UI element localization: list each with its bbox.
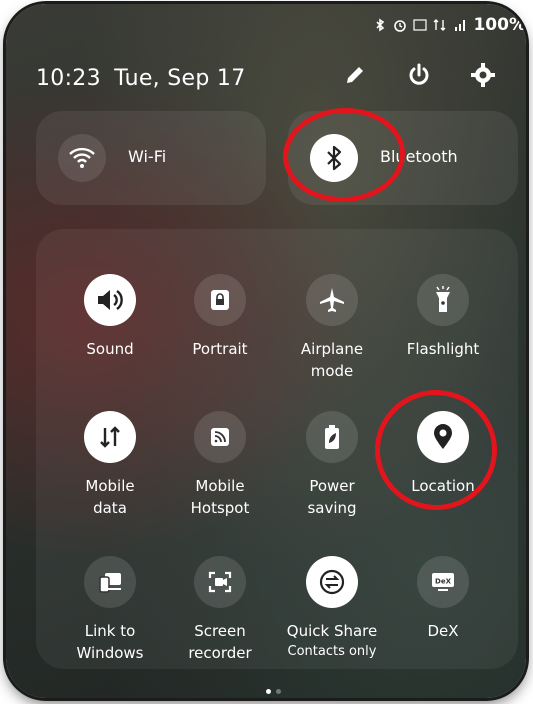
tile-screen-recorder[interactable]: Screen recorder [164, 556, 276, 664]
page-dot[interactable] [266, 689, 271, 694]
battery-leaf-icon [306, 411, 358, 463]
tile-flashlight[interactable]: Flashlight [387, 274, 499, 360]
wifi-label: Wi-Fi [128, 147, 167, 166]
link-windows-icon [84, 556, 136, 608]
tile-label: Portrait [192, 340, 248, 358]
tile-label: Mobile data [85, 477, 135, 517]
quick-settings-panel: 100% 10:23 Tue, Sep 17 Wi-Fi Bluetooth S… [6, 4, 526, 698]
svg-text:DeX: DeX [435, 578, 452, 586]
alarm-icon [394, 20, 407, 32]
bluetooth-icon [310, 134, 358, 182]
portrait-lock-icon [194, 274, 246, 326]
tile-label: Location [411, 477, 475, 495]
tile-dex[interactable]: DeX DeX [387, 556, 499, 642]
tile-sound[interactable]: Sound [54, 274, 166, 360]
clock-date: 10:23 Tue, Sep 17 [36, 66, 246, 91]
bluetooth-label: Bluetooth [380, 147, 458, 166]
quick-share-icon [306, 556, 358, 608]
mobile-data-icon [84, 411, 136, 463]
tile-label: Airplane mode [300, 340, 364, 380]
screen-recorder-icon [194, 556, 246, 608]
tile-airplane-mode[interactable]: Airplane mode [276, 274, 388, 382]
wifi-icon [58, 134, 106, 182]
4g-icon [433, 19, 446, 31]
airplane-icon [306, 274, 358, 326]
tile-link-to-windows[interactable]: Link to Windows [54, 556, 166, 664]
tile-label: Sound [86, 340, 134, 358]
tile-quick-share[interactable]: Quick Share Contacts only [276, 556, 388, 659]
flashlight-icon [417, 274, 469, 326]
settings-gear-icon[interactable] [468, 60, 498, 90]
bluetooth-icon [376, 18, 385, 32]
location-pin-icon [417, 411, 469, 463]
tile-label: Screen recorder [188, 622, 252, 662]
date-text: Tue, Sep 17 [114, 66, 246, 91]
status-bar: 100% [373, 10, 526, 40]
tile-power-saving[interactable]: Power saving [276, 411, 388, 519]
tile-label: Flashlight [406, 340, 480, 358]
page-dot[interactable] [276, 689, 281, 694]
page-indicator [266, 689, 281, 694]
battery-percentage: 100% [473, 15, 526, 35]
tile-label: Mobile Hotspot [190, 477, 250, 517]
tile-label: Power saving [307, 477, 357, 517]
wifi-toggle[interactable]: Wi-Fi [36, 111, 266, 205]
tile-label: Quick Share [286, 622, 378, 640]
tile-mobile-data[interactable]: Mobile data [54, 411, 166, 519]
time-text: 10:23 [36, 66, 101, 91]
sound-icon [84, 274, 136, 326]
tile-portrait[interactable]: Portrait [164, 274, 276, 360]
signal-icon [455, 20, 466, 31]
tile-sublabel: Contacts only [287, 644, 377, 659]
power-icon[interactable] [404, 60, 434, 90]
volte-lte-icon [413, 19, 428, 31]
dex-icon: DeX [417, 556, 469, 608]
tile-label: DeX [427, 622, 459, 640]
bluetooth-toggle[interactable]: Bluetooth [288, 111, 518, 205]
tile-location[interactable]: Location [387, 411, 499, 497]
hotspot-icon [194, 411, 246, 463]
tile-mobile-hotspot[interactable]: Mobile Hotspot [164, 411, 276, 519]
tile-label: Link to Windows [76, 622, 144, 662]
edit-pencil-icon[interactable] [340, 60, 370, 90]
